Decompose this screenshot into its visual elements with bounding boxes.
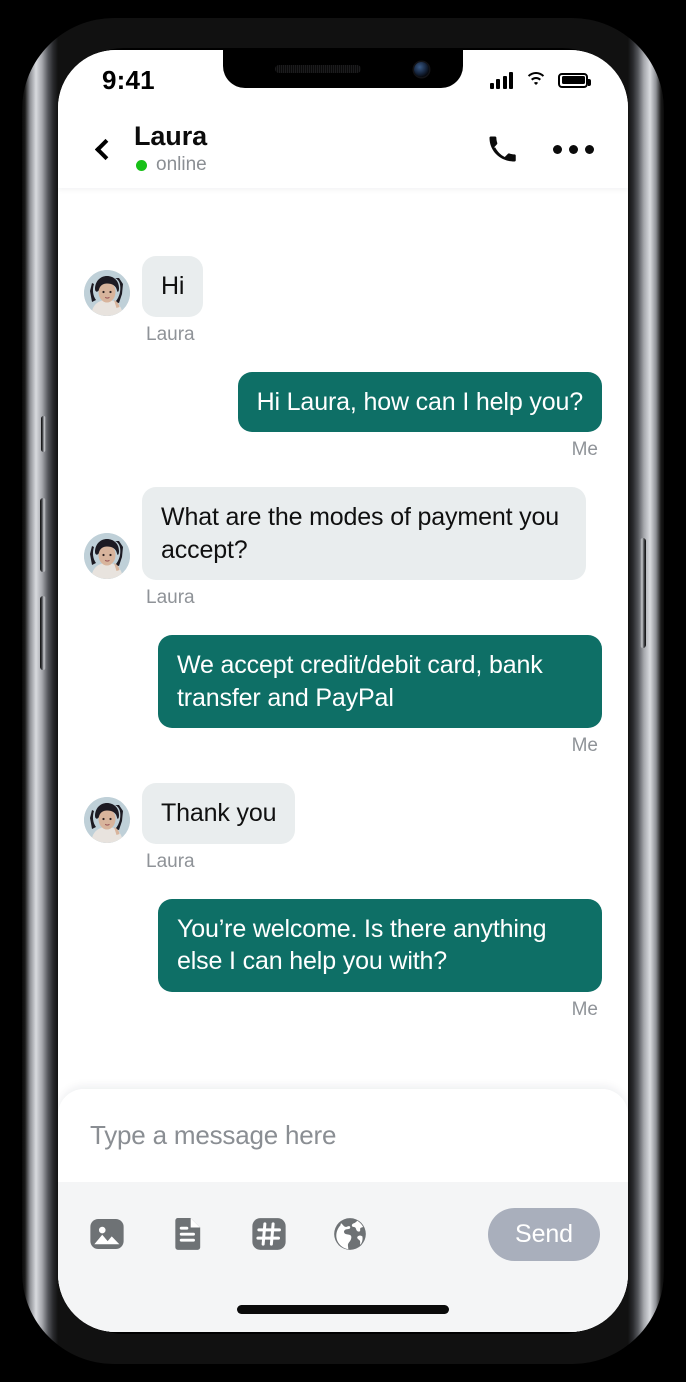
message-list[interactable]: Hi Laura Hi Laura, how can I help you? M… — [58, 188, 628, 1054]
status-time: 9:41 — [102, 64, 155, 95]
image-icon[interactable] — [86, 1213, 128, 1255]
composer-toolbar: Send — [58, 1182, 628, 1286]
earpiece-speaker — [275, 65, 361, 73]
phone-screen: 9:41 Laura online Hi Laura Hi Laura, how… — [58, 50, 628, 1332]
message-row: What are the modes of payment you accept… — [84, 487, 602, 609]
header-actions — [487, 134, 594, 164]
online-dot-icon — [136, 159, 147, 171]
front-camera — [414, 62, 429, 77]
presence-status: online — [136, 154, 487, 176]
send-button[interactable]: Send — [488, 1207, 600, 1261]
more-dots-icon[interactable] — [553, 139, 594, 160]
home-indicator-area — [58, 1286, 628, 1332]
contact-name: Laura — [134, 120, 208, 151]
message-sender: Me — [571, 735, 598, 756]
device-notch — [223, 50, 463, 88]
presence-label: online — [156, 154, 207, 176]
attachment-tools — [86, 1213, 488, 1255]
contact-info[interactable]: Laura online — [134, 122, 487, 177]
message-bubble-group: Hi Laura, how can I help you? Me — [237, 371, 602, 462]
screenshot-stage: 9:41 Laura online Hi Laura Hi Laura, how… — [0, 0, 686, 1382]
message-sender: Me — [571, 439, 598, 460]
battery-icon — [558, 72, 591, 88]
message-bubble-group: We accept credit/debit card, bank transf… — [158, 635, 602, 757]
message-row: Hi Laura, how can I help you? Me — [84, 371, 602, 462]
wifi-icon — [524, 71, 547, 89]
message-bubble-group: Hi Laura — [142, 256, 204, 346]
message-row: Hi Laura — [84, 256, 602, 346]
message-row: You’re welcome. Is there anything else I… — [84, 898, 602, 1021]
volume-down-button[interactable] — [40, 596, 46, 670]
volume-up-button[interactable] — [40, 498, 46, 572]
message-row: Thank you Laura — [84, 783, 602, 873]
message-bubble-group: You’re welcome. Is there anything else I… — [158, 898, 602, 1021]
power-button[interactable] — [640, 538, 646, 648]
message-text: We accept credit/debit card, bank transf… — [158, 635, 602, 728]
phone-icon[interactable] — [487, 134, 517, 164]
message-sender: Me — [571, 998, 598, 1020]
home-indicator[interactable] — [237, 1304, 449, 1314]
message-bubble-group: What are the modes of payment you accept… — [142, 487, 586, 609]
chevron-left-icon — [94, 138, 117, 160]
avatar[interactable] — [84, 533, 130, 579]
message-text: What are the modes of payment you accept… — [142, 487, 586, 580]
document-icon[interactable] — [167, 1213, 209, 1255]
hashtag-icon[interactable] — [248, 1213, 290, 1255]
chat-header: Laura online — [58, 110, 628, 188]
message-composer: Type a message here Send — [58, 1089, 628, 1332]
avatar[interactable] — [84, 796, 130, 843]
status-icons — [489, 71, 591, 89]
message-input-placeholder: Type a message here — [90, 1120, 337, 1150]
message-text: Thank you — [142, 783, 296, 844]
message-text: Hi — [142, 256, 204, 317]
message-text: You’re welcome. Is there anything else I… — [158, 898, 602, 992]
message-text: Hi Laura, how can I help you? — [237, 371, 602, 432]
message-sender: Laura — [146, 850, 195, 872]
signal-bars-icon — [489, 71, 513, 89]
message-bubble-group: Thank you Laura — [142, 783, 296, 873]
back-button[interactable] — [82, 128, 124, 170]
silent-switch-button[interactable] — [41, 416, 46, 452]
message-input[interactable]: Type a message here — [58, 1089, 628, 1182]
globe-icon[interactable] — [329, 1213, 371, 1255]
message-sender: Laura — [146, 323, 195, 345]
message-sender: Laura — [146, 587, 195, 608]
avatar[interactable] — [84, 269, 130, 316]
message-row: We accept credit/debit card, bank transf… — [84, 635, 602, 757]
